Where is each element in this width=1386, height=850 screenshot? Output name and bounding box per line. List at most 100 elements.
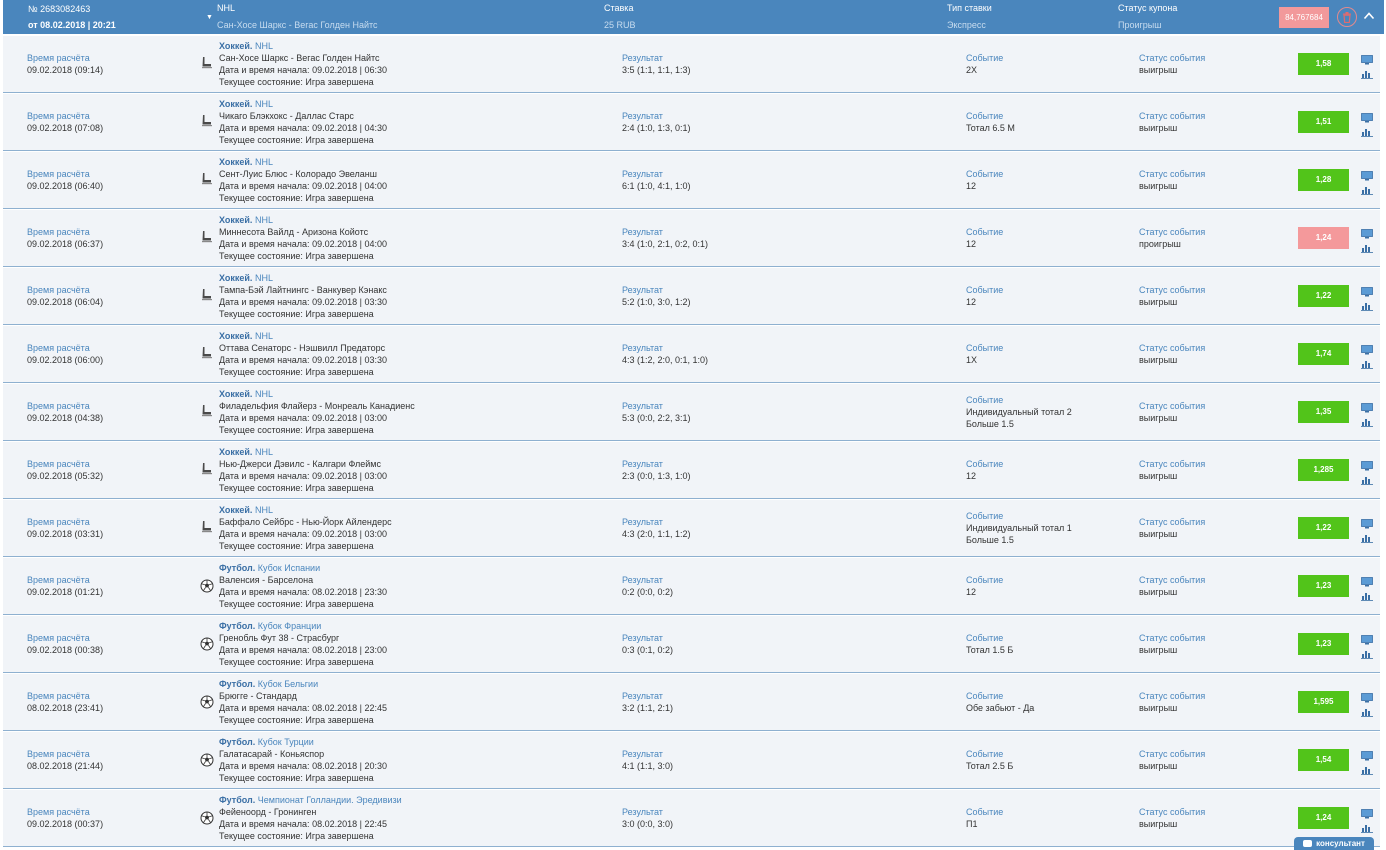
event-row[interactable]: Время расчёта 09.02.2018 (06:40) Хоккей. N…: [3, 152, 1380, 209]
monitor-icon[interactable]: [1361, 229, 1373, 239]
trash-icon: [1343, 11, 1351, 23]
monitor-icon[interactable]: [1361, 577, 1373, 587]
event-row[interactable]: Время расчёта 09.02.2018 (00:38) Футбол. К…: [3, 616, 1380, 673]
event-status-value: выигрыш: [1139, 471, 1178, 481]
game-state-label: Текущее состояние:: [219, 541, 303, 551]
statistics-icon[interactable]: [1361, 359, 1373, 369]
event-row[interactable]: Время расчёта 08.02.2018 (21:44) Футбол. К…: [3, 732, 1380, 789]
league-name[interactable]: Кубок Испании: [258, 563, 320, 573]
statistics-icon[interactable]: [1361, 301, 1373, 311]
statistics-icon[interactable]: [1361, 185, 1373, 195]
league-name[interactable]: Кубок Франции: [258, 621, 321, 631]
league-name[interactable]: NHL: [255, 273, 273, 283]
statistics-icon[interactable]: [1361, 475, 1373, 485]
statistics-icon[interactable]: [1361, 533, 1373, 543]
collapse-button[interactable]: [1363, 10, 1375, 22]
league-name[interactable]: NHL: [255, 505, 273, 515]
game-state: Текущее состояние: Игра завершена: [219, 366, 374, 378]
event-row[interactable]: Время расчёта 09.02.2018 (06:00) Хоккей. N…: [3, 326, 1380, 383]
consultant-button[interactable]: консультант: [1294, 837, 1374, 850]
monitor-icon[interactable]: [1361, 171, 1373, 181]
match-name: Филадельфия Флайерз - Монреаль Канадиенс: [219, 401, 415, 411]
statistics-icon[interactable]: [1361, 591, 1373, 601]
statistics-icon[interactable]: [1361, 243, 1373, 253]
event-value: 12: [966, 471, 977, 481]
monitor-icon[interactable]: [1361, 635, 1373, 645]
start-time: Дата и время начала: 08.02.2018 | 23:00: [219, 644, 387, 656]
monitor-icon[interactable]: [1361, 345, 1373, 355]
statistics-icon[interactable]: [1361, 417, 1373, 427]
odds-badge: 1,22: [1298, 517, 1349, 539]
league-name[interactable]: NHL: [255, 157, 273, 167]
statistics-icon[interactable]: [1361, 823, 1373, 833]
league-name[interactable]: NHL: [255, 389, 273, 399]
league-name[interactable]: Кубок Турции: [258, 737, 314, 747]
statistics-icon[interactable]: [1361, 707, 1373, 717]
monitor-icon[interactable]: [1361, 287, 1373, 297]
hockey-icon: [200, 171, 214, 185]
coupon-status-label: Статус купона: [1118, 3, 1178, 13]
event-row[interactable]: Время расчёта 09.02.2018 (00:37) Футбол. Ч…: [3, 790, 1380, 847]
hockey-icon: [200, 519, 214, 533]
event-row[interactable]: Время расчёта 09.02.2018 (06:37) Хоккей. N…: [3, 210, 1380, 267]
monitor-icon[interactable]: [1361, 751, 1373, 761]
monitor-icon[interactable]: [1361, 519, 1373, 529]
start-time: Дата и время начала: 08.02.2018 | 22:45: [219, 818, 387, 830]
league-name[interactable]: NHL: [255, 41, 273, 51]
event-row[interactable]: Время расчёта 09.02.2018 (07:08) Хоккей. N…: [3, 94, 1380, 151]
league-name[interactable]: NHL: [255, 447, 273, 457]
result-value: 4:3 (2:0, 1:1, 1:2): [622, 529, 691, 539]
sport-name: Футбол.: [219, 679, 256, 689]
event-row[interactable]: Время расчёта 09.02.2018 (01:21) Футбол. К…: [3, 558, 1380, 615]
statistics-icon[interactable]: [1361, 69, 1373, 79]
monitor-icon[interactable]: [1361, 809, 1373, 819]
league-name[interactable]: Кубок Бельгии: [258, 679, 318, 689]
league-name[interactable]: Чемпионат Голландии. Эредивизи: [258, 795, 402, 805]
statistics-icon[interactable]: [1361, 765, 1373, 775]
result-label: Результат: [622, 227, 663, 237]
bet-type-value: Экспресс: [947, 20, 986, 30]
odds-badge: 1,35: [1298, 401, 1349, 423]
event-row[interactable]: Время расчёта 09.02.2018 (05:32) Хоккей. N…: [3, 442, 1380, 499]
stake-label: Ставка: [604, 3, 634, 13]
start-time-label: Дата и время начала:: [219, 587, 310, 597]
league-name[interactable]: NHL: [255, 99, 273, 109]
coupon-header[interactable]: № 2683082463 от 08.02.2018 | 20:21 NHL ▼…: [3, 0, 1384, 34]
sport-league: Хоккей. NHL: [219, 156, 273, 168]
event-value: 12: [966, 181, 977, 191]
result-value: 5:2 (1:0, 3:0, 1:2): [622, 297, 691, 307]
event-label: Событие: [966, 227, 1004, 237]
delete-coupon-button[interactable]: [1337, 7, 1357, 27]
coupon-status-value: Проигрыш: [1118, 20, 1162, 30]
event-row[interactable]: Время расчёта 09.02.2018 (09:14) Хоккей. N…: [3, 36, 1380, 93]
event-row[interactable]: Время расчёта 09.02.2018 (06:04) Хоккей. N…: [3, 268, 1380, 325]
statistics-icon[interactable]: [1361, 649, 1373, 659]
hockey-icon: [200, 287, 214, 301]
start-time-value: 08.02.2018 | 22:45: [312, 703, 387, 713]
statistics-icon[interactable]: [1361, 127, 1373, 137]
start-time: Дата и время начала: 08.02.2018 | 23:30: [219, 586, 387, 598]
event-row[interactable]: Время расчёта 09.02.2018 (04:38) Хоккей. N…: [3, 384, 1380, 441]
calc-time-value: 09.02.2018 (00:37): [27, 819, 104, 829]
event-value: Обе забьют - Да: [966, 703, 1035, 713]
calc-time-label: Время расчёта: [27, 401, 90, 411]
event-row[interactable]: Время расчёта 08.02.2018 (23:41) Футбол. К…: [3, 674, 1380, 731]
coupon-league: NHL: [217, 3, 236, 13]
league-name[interactable]: NHL: [255, 331, 273, 341]
result-value: 3:4 (1:0, 2:1, 0:2, 0:1): [622, 239, 709, 249]
event-status-value: выигрыш: [1139, 703, 1178, 713]
monitor-icon[interactable]: [1361, 403, 1373, 413]
league-name[interactable]: NHL: [255, 215, 273, 225]
monitor-icon[interactable]: [1361, 55, 1373, 65]
dropdown-arrow-icon[interactable]: ▼: [206, 14, 213, 21]
game-state-value: Игра завершена: [305, 193, 374, 203]
monitor-icon[interactable]: [1361, 693, 1373, 703]
event-row[interactable]: Время расчёта 09.02.2018 (03:31) Хоккей. N…: [3, 500, 1380, 557]
event-status-label: Статус события: [1139, 691, 1206, 701]
game-state-label: Текущее состояние:: [219, 831, 303, 841]
result-label: Результат: [622, 633, 663, 643]
monitor-icon[interactable]: [1361, 113, 1373, 123]
monitor-icon[interactable]: [1361, 461, 1373, 471]
sport-league: Футбол. Кубок Турции: [219, 736, 314, 748]
sport-league: Хоккей. NHL: [219, 40, 273, 52]
